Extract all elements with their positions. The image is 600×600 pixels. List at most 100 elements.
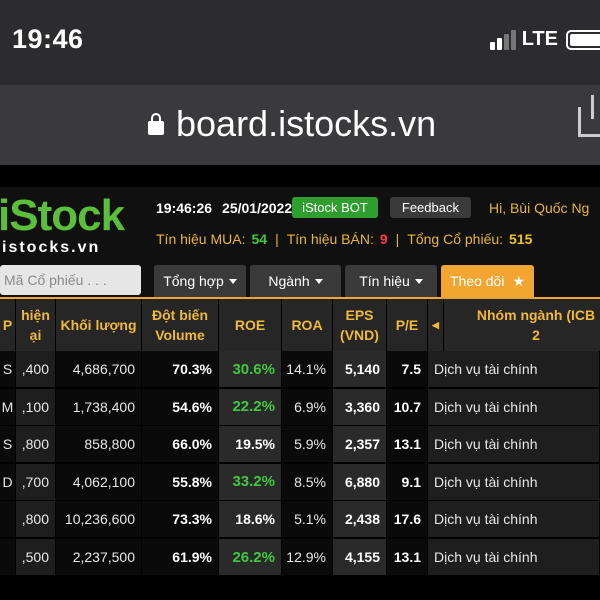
volume-spike-cell: 66.0% xyxy=(142,426,219,464)
board-clock: 19:46:26 xyxy=(156,199,213,216)
total-stocks-label: Tổng Cổ phiếu: xyxy=(407,231,504,247)
eps-cell: 4,155 xyxy=(333,539,387,576)
price-cell: ,100 xyxy=(16,388,56,426)
column-header-eps[interactable]: EPS (VND) xyxy=(333,299,387,351)
pe-cell: 9.1 xyxy=(387,463,428,501)
pe-cell: 7.5 xyxy=(387,351,428,388)
header-info-row: 19:46:26 25/01/2022 iStock BOT Feedback … xyxy=(156,197,589,218)
url-text: board.istocks.vn xyxy=(176,103,437,144)
volume-spike-cell: 54.6% xyxy=(142,388,219,426)
tab-label: Tín hiệu xyxy=(359,273,410,289)
eps-cell: 2,438 xyxy=(333,501,387,539)
price-cell: ,800 xyxy=(16,501,56,539)
column-header-roe[interactable]: ROE xyxy=(219,299,282,351)
status-indicators: LTE xyxy=(489,28,600,51)
price-cell: ,700 xyxy=(16,463,56,501)
header-line: Volume xyxy=(155,327,205,343)
price-cell: ,500 xyxy=(16,539,56,576)
roe-cell: 26.2% xyxy=(219,539,282,576)
table-row[interactable]: M ,100 1,738,400 54.6% 22.2% 6.9% 3,360 10.7 Dịc… xyxy=(0,388,600,426)
tab-tin-hieu[interactable]: Tín hiệu xyxy=(345,265,437,297)
logo-domain: istocks.vn xyxy=(2,239,101,256)
status-bar: 19:46 LTE xyxy=(0,0,600,85)
tab-nganh[interactable]: Ngành xyxy=(250,265,341,297)
pe-cell: 13.1 xyxy=(387,426,428,464)
ticker-cell: D xyxy=(0,463,16,501)
table-row[interactable]: ,500 2,237,500 61.9% 26.2% 12.9% 4,155 13.1 Dịc… xyxy=(0,539,600,576)
industry-cell: Dịch vụ tài chính xyxy=(428,501,600,539)
industry-cell: Dịch vụ tài chính xyxy=(428,388,600,426)
roe-cell: 22.2% xyxy=(219,388,282,426)
signal-summary: Tín hiệu MUA: 54 | Tín hiệu BÁN: 9 | Tổn… xyxy=(156,231,532,247)
scroll-left-icon[interactable]: ◀ xyxy=(428,299,444,351)
signal-icon xyxy=(489,29,516,50)
eps-cell: 6,880 xyxy=(333,463,387,501)
chevron-down-icon xyxy=(414,278,423,284)
divider: | xyxy=(275,231,279,247)
column-header-volume[interactable]: Khối lượng xyxy=(56,299,142,351)
roa-cell: 5.9% xyxy=(282,426,333,464)
share-icon[interactable] xyxy=(578,95,600,137)
network-label: LTE xyxy=(521,28,558,50)
industry-cell: Dịch vụ tài chính xyxy=(428,426,600,464)
header-line: EPS xyxy=(345,307,374,323)
column-header-roa[interactable]: ROA xyxy=(282,299,333,351)
column-header-pe[interactable]: P/E xyxy=(387,299,428,351)
istock-bot-button[interactable]: iStock BOT xyxy=(292,197,378,218)
browser-url-bar[interactable]: board.istocks.vn xyxy=(0,85,600,165)
ticker-cell xyxy=(0,539,16,576)
roa-cell: 8.5% xyxy=(282,463,333,501)
star-icon: ★ xyxy=(512,272,526,289)
column-header-industry[interactable]: Nhóm ngành (ICB 2 xyxy=(444,299,600,351)
chevron-down-icon xyxy=(228,278,237,284)
roa-cell: 6.9% xyxy=(282,388,333,426)
table-row[interactable]: S ,400 4,686,700 70.3% 30.6% 14.1% 5,140 7.5 Dịc… xyxy=(0,351,600,388)
volume-cell: 4,686,700 xyxy=(56,351,142,388)
volume-cell: 1,738,400 xyxy=(56,388,142,426)
eps-cell: 2,357 xyxy=(333,426,387,464)
tab-label: Theo dõi xyxy=(449,273,505,289)
column-header-ticker[interactable]: P xyxy=(0,299,16,351)
price-cell: ,800 xyxy=(16,426,56,464)
industry-cell: Dịch vụ tài chính xyxy=(428,539,600,576)
feedback-button[interactable]: Feedback xyxy=(389,197,471,218)
battery-icon xyxy=(566,29,600,50)
column-header-price[interactable]: hiện ại xyxy=(16,299,56,351)
table-header: P hiện ại Khối lượng Đột biến Volume ROE… xyxy=(0,299,600,351)
volume-spike-cell: 70.3% xyxy=(142,351,219,388)
tab-theo-doi[interactable]: Theo dõi ★ xyxy=(441,265,534,297)
header-line: ại xyxy=(29,327,42,343)
user-greeting[interactable]: Hi, Bùi Quốc Ng xyxy=(489,200,589,216)
column-header-volume-spike[interactable]: Đột biến Volume xyxy=(142,299,219,351)
tab-tong-hop[interactable]: Tổng hợp xyxy=(154,265,246,297)
ticker-cell xyxy=(0,501,16,539)
volume-cell: 2,237,500 xyxy=(56,539,142,576)
roe-cell: 19.5% xyxy=(219,426,282,464)
divider: | xyxy=(395,231,400,247)
url-field[interactable]: board.istocks.vn xyxy=(148,103,436,145)
header-line: (VND) xyxy=(340,327,379,343)
header-line: Đột biến xyxy=(152,307,208,323)
ticker-cell: S xyxy=(0,351,16,388)
volume-spike-cell: 55.8% xyxy=(142,463,219,501)
volume-spike-cell: 61.9% xyxy=(142,539,219,576)
roa-cell: 5.1% xyxy=(282,501,333,539)
eps-cell: 3,360 xyxy=(333,388,387,426)
stock-search-input[interactable]: Mã Cổ phiếu . . . xyxy=(0,265,141,295)
logo[interactable]: iStock istocks.vn xyxy=(0,187,150,257)
buy-signal-label: Tín hiệu MUA: xyxy=(156,231,246,247)
table-row[interactable]: S ,800 858,800 66.0% 19.5% 5.9% 2,357 13.1 Dịch … xyxy=(0,426,600,464)
roa-cell: 12.9% xyxy=(282,539,333,576)
table-row[interactable]: ,800 10,236,600 73.3% 18.6% 5.1% 2,438 17.6 Dịc… xyxy=(0,501,600,539)
roa-cell: 14.1% xyxy=(282,351,333,388)
tab-label: Tổng hợp xyxy=(163,273,224,289)
industry-cell: Dịch vụ tài chính xyxy=(428,351,600,388)
app-header: iStock istocks.vn 19:46:26 25/01/2022 iS… xyxy=(0,187,600,297)
table-row[interactable]: D ,700 4,062,100 55.8% 33.2% 8.5% 6,880 9.1 Dịch… xyxy=(0,463,600,501)
ticker-cell: M xyxy=(0,388,16,426)
volume-cell: 10,236,600 xyxy=(56,501,142,539)
header-line: hiện xyxy=(21,307,50,323)
pe-cell: 10.7 xyxy=(387,388,428,426)
sell-signal-count: 9 xyxy=(379,231,388,247)
sell-signal-label: Tín hiệu BÁN: xyxy=(286,231,374,247)
